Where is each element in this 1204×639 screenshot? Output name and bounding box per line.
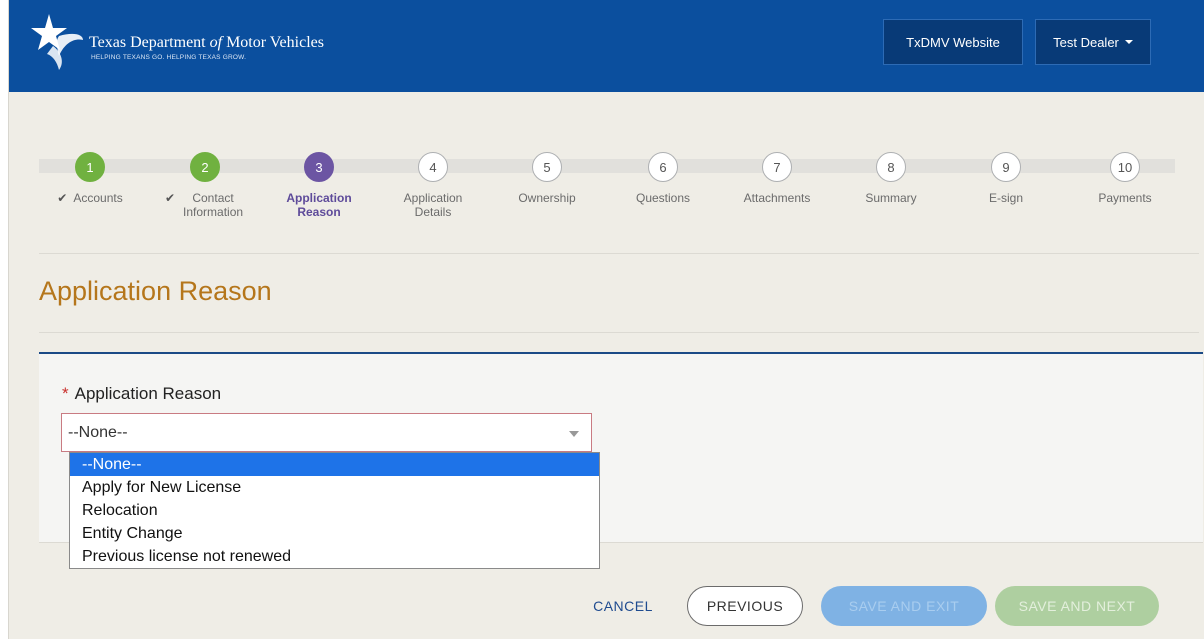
step-number: 8 [876,152,906,182]
dropdown-arrow-icon [569,431,579,437]
step-number: 2 [190,152,220,182]
step-number: 3 [304,152,334,182]
step-number: 1 [75,152,105,182]
step-label: ✔ Contact Information [164,191,244,219]
agency-title: Texas Department of Motor Vehicles [89,34,324,51]
step-label: Questions [635,191,691,205]
option-relocation[interactable]: Relocation [70,499,599,522]
application-reason-label: * Application Reason [62,384,222,403]
user-menu-button[interactable]: Test Dealer [1035,19,1151,65]
step-number: 7 [762,152,792,182]
step-contact-information[interactable]: 2 ✔ Contact Information [145,152,265,219]
step-ownership[interactable]: 5 Ownership [487,152,607,205]
application-reason-dropdown: --None-- Apply for New License Relocatio… [69,452,600,569]
step-label: Summary [865,191,917,205]
step-payments[interactable]: 10 Payments [1065,152,1185,205]
step-number: 5 [532,152,562,182]
top-header: Texas Department of Motor Vehicles HELPI… [9,0,1204,92]
step-e-sign[interactable]: 9 E-sign [946,152,1066,205]
app-frame: Texas Department of Motor Vehicles HELPI… [8,0,1204,639]
agency-tagline: HELPING TEXANS GO. HELPING TEXAS GROW. [91,54,247,61]
step-label: ✔ Accounts [57,191,123,205]
step-label: Application Reason [286,191,352,219]
required-marker: * [62,384,69,403]
select-current-value: --None-- [68,423,128,441]
user-menu-label: Test Dealer [1053,34,1119,50]
option-previous-license-not-renewed[interactable]: Previous license not renewed [70,545,599,568]
cancel-button[interactable]: CANCEL [583,586,663,626]
checkmark-icon: ✔ [164,191,176,205]
txdmv-website-label: TxDMV Website [906,34,1000,50]
checkmark-icon: ✔ [57,191,68,205]
previous-button[interactable]: PREVIOUS [687,586,803,626]
save-and-next-button[interactable]: SAVE AND NEXT [995,586,1159,626]
step-number: 6 [648,152,678,182]
step-accounts[interactable]: 1 ✔ Accounts [30,152,150,205]
step-label: Application Details [403,191,463,219]
step-summary[interactable]: 8 Summary [831,152,951,205]
step-label: Payments [1098,191,1152,205]
txdmv-website-button[interactable]: TxDMV Website [883,19,1023,65]
application-reason-select[interactable]: --None-- [61,413,592,452]
step-application-reason[interactable]: 3 Application Reason [259,152,379,219]
stepper-divider [39,253,1199,254]
caret-down-icon [1124,40,1133,44]
texas-star-logo-icon[interactable] [25,12,85,72]
step-number: 4 [418,152,448,182]
step-application-details[interactable]: 4 Application Details [373,152,493,219]
title-divider [39,332,1199,333]
step-label: E-sign [988,191,1023,205]
step-number: 10 [1110,152,1140,182]
option-none[interactable]: --None-- [70,453,599,476]
option-apply-new-license[interactable]: Apply for New License [70,476,599,499]
step-number: 9 [991,152,1021,182]
step-questions[interactable]: 6 Questions [603,152,723,205]
step-label: Ownership [518,191,576,205]
save-and-exit-button[interactable]: SAVE AND EXIT [821,586,987,626]
step-attachments[interactable]: 7 Attachments [717,152,837,205]
page-title: Application Reason [39,276,272,306]
option-entity-change[interactable]: Entity Change [70,522,599,545]
step-label: Attachments [743,191,811,205]
